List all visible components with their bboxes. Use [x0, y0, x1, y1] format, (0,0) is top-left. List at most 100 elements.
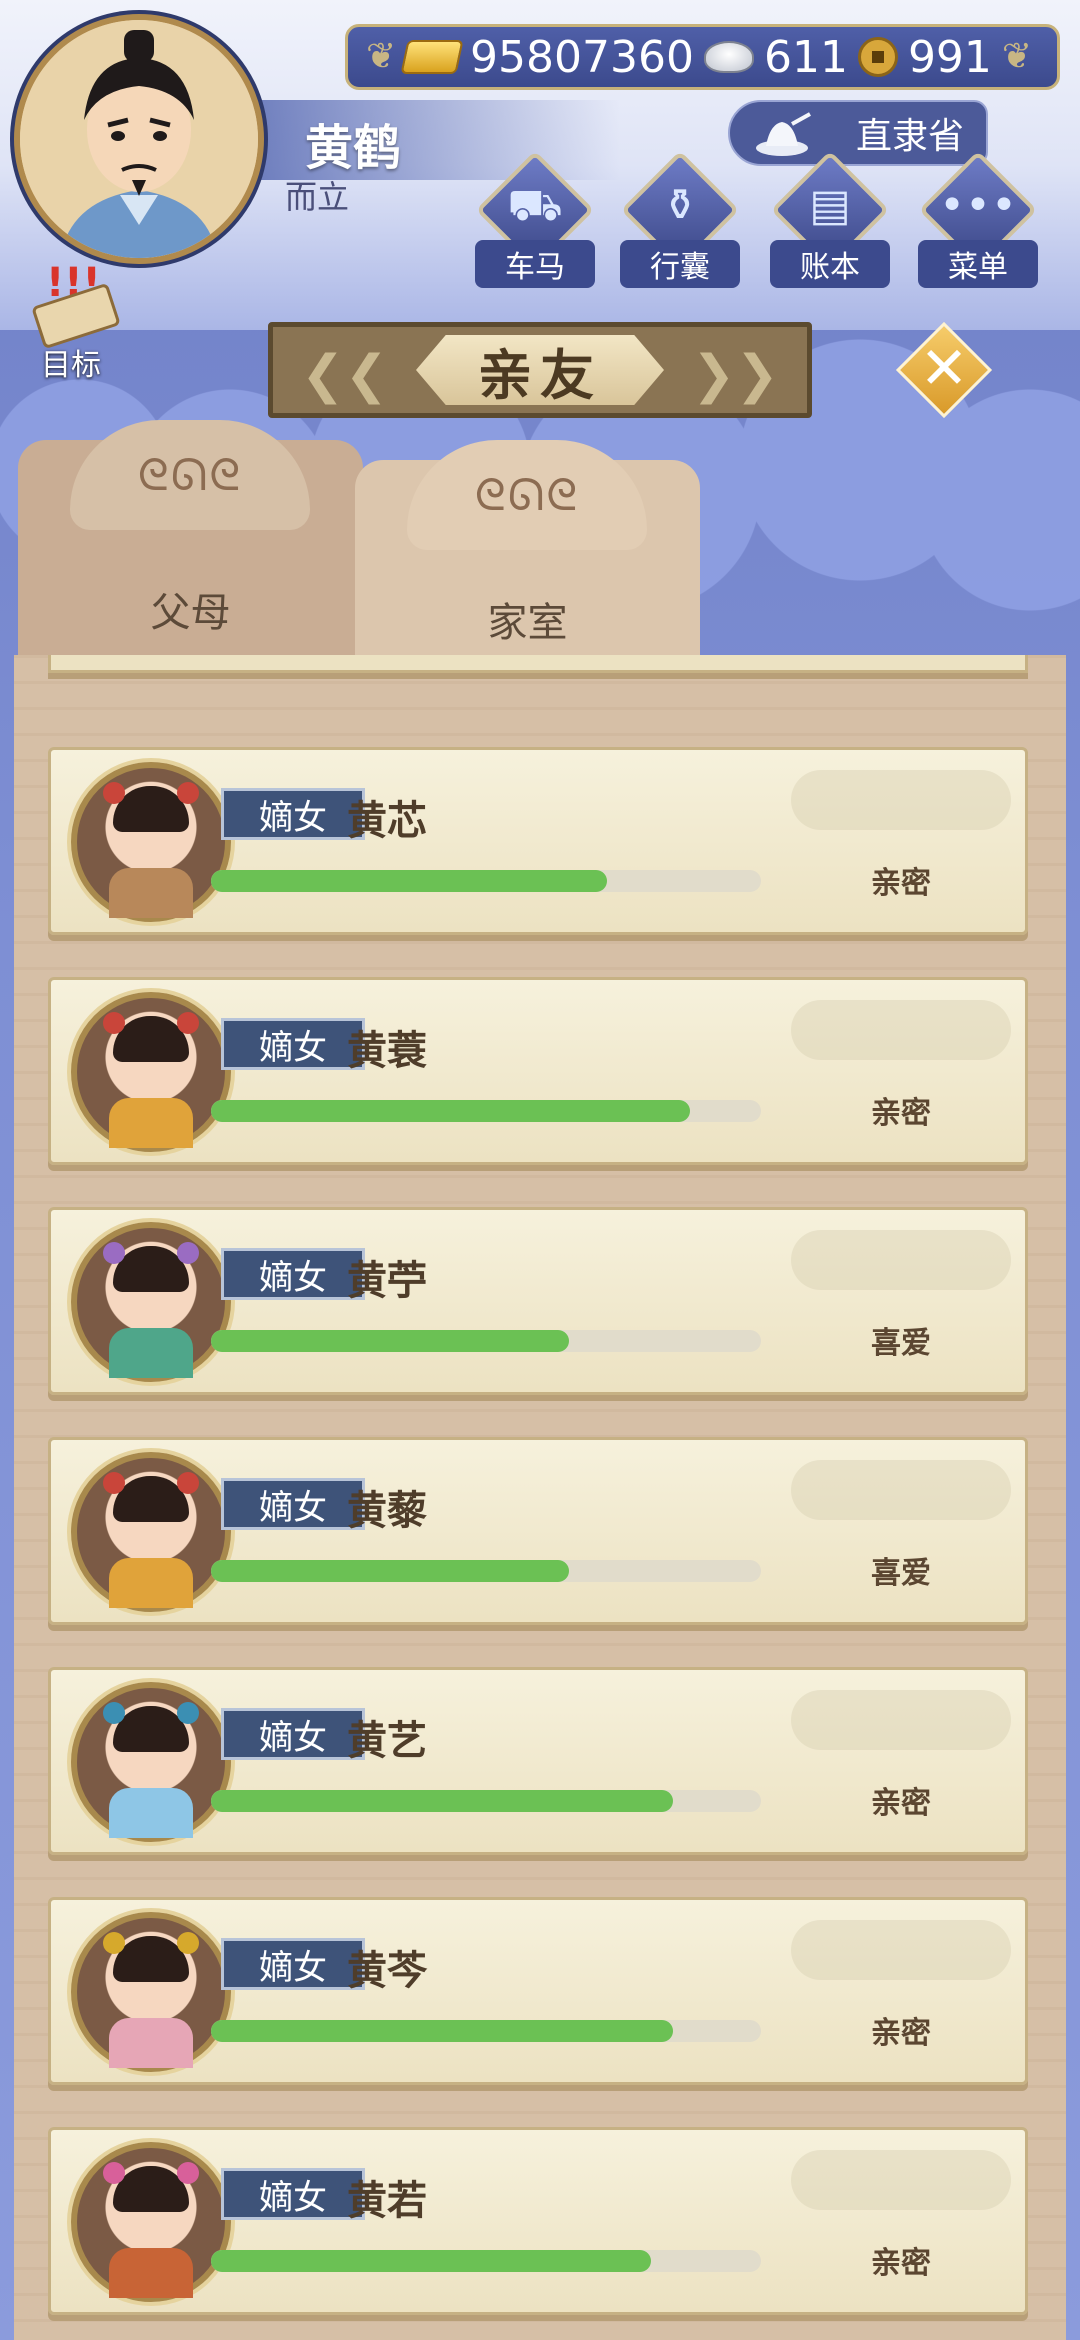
affection-bar: [211, 870, 761, 892]
list-item[interactable]: 嫡女 黄芯 亲密: [48, 747, 1028, 935]
hair-flower-icon: [177, 1472, 199, 1494]
hair-flower-icon: [177, 1242, 199, 1264]
member-name: 黄苧: [347, 1258, 427, 1304]
carriage-icon: ⛟: [507, 180, 563, 231]
role-badge: 嫡女: [221, 1938, 365, 1990]
more-icon: •••: [939, 180, 1017, 231]
list-item-partial: [48, 655, 1028, 673]
copper-coin-icon: [857, 37, 898, 77]
role-badge: 嫡女: [221, 2168, 365, 2220]
close-icon: ✕: [919, 334, 969, 402]
region-button[interactable]: 直隶省: [728, 100, 988, 166]
robe-shape: [109, 1558, 193, 1608]
cloud-decoration: [791, 1460, 1011, 1520]
player-avatar[interactable]: [14, 14, 264, 264]
tab-label: 家室: [487, 600, 568, 646]
cloud-decoration: [791, 1690, 1011, 1750]
affection-bar: [211, 2020, 761, 2042]
cloud-decoration: [791, 2150, 1011, 2210]
relationship-status: 喜爱: [871, 1556, 931, 1591]
affection-bar: [211, 1100, 761, 1122]
hair-flower-icon: [103, 1472, 125, 1494]
member-name: 黄芯: [347, 798, 427, 844]
close-button[interactable]: ✕: [895, 321, 993, 419]
menu-label: 行囊: [620, 240, 740, 288]
menu-ledger-button[interactable]: ▤ 账本: [770, 150, 890, 288]
cloud-decoration: [791, 1920, 1011, 1980]
hair-flower-icon: [103, 782, 125, 804]
goal-button[interactable]: !!! 目标: [16, 260, 126, 383]
title-banner: ❮❮ 亲友 ❯❯: [268, 322, 812, 418]
member-name: 黄艺: [347, 1718, 427, 1764]
cloud-decoration: [791, 1000, 1011, 1060]
relationship-status: 亲密: [871, 1096, 931, 1131]
affection-bar-fill: [211, 2250, 651, 2272]
relationship-status: 亲密: [871, 866, 931, 901]
affection-bar-fill: [211, 1330, 569, 1352]
currency-bar: ❦ 95807360 611 991 ❦: [345, 24, 1060, 90]
relationship-status: 喜爱: [871, 1326, 931, 1361]
player-portrait: [20, 20, 258, 258]
family-list[interactable]: 嫡女 黄芯 亲密 嫡女 黄蓑 亲密 嫡女 黄苧 喜爱 嫡女 黄藜 喜爱 嫡女 黄…: [14, 655, 1066, 2340]
region-label: 直隶省: [855, 116, 964, 157]
swirl-icon: ᘓᘏᘓ: [137, 450, 243, 501]
list-item[interactable]: 嫡女 黄芩 亲密: [48, 1897, 1028, 2085]
robe-shape: [109, 1328, 193, 1378]
robe-shape: [109, 1788, 193, 1838]
affection-bar: [211, 2250, 761, 2272]
robe-shape: [109, 2018, 193, 2068]
member-name: 黄芩: [347, 1948, 427, 1994]
member-name: 黄蓑: [347, 1028, 427, 1074]
official-hat-icon: [756, 112, 811, 156]
role-badge: 嫡女: [221, 1708, 365, 1760]
tab-parents[interactable]: ᘓᘏᘓ 父母: [18, 420, 363, 670]
role-badge: 嫡女: [221, 1478, 365, 1530]
list-item[interactable]: 嫡女 黄蓑 亲密: [48, 977, 1028, 1165]
affection-bar-fill: [211, 1560, 569, 1582]
robe-shape: [109, 2248, 193, 2298]
role-badge: 嫡女: [221, 788, 365, 840]
coin-amount: 991: [907, 31, 992, 83]
hair-flower-icon: [177, 1702, 199, 1724]
hair-flower-icon: [103, 2162, 125, 2184]
relationship-status: 亲密: [871, 2246, 931, 2281]
member-name: 黄若: [347, 2178, 427, 2224]
goal-label: 目标: [41, 348, 101, 383]
hair-flower-icon: [177, 782, 199, 804]
bamboo-left-icon: ❦: [366, 36, 397, 77]
list-item[interactable]: 嫡女 黄苧 喜爱: [48, 1207, 1028, 1395]
hair-flower-icon: [103, 1932, 125, 1954]
silver-amount: 611: [763, 31, 848, 83]
ledger-icon: ▤: [809, 180, 851, 231]
affection-bar: [211, 1330, 761, 1352]
swirl-icon: ᘓᘏᘓ: [474, 470, 580, 521]
avatar[interactable]: [71, 762, 231, 922]
affection-bar: [211, 1790, 761, 1812]
hair-flower-icon: [103, 1242, 125, 1264]
menu-bag-button[interactable]: ⚱ 行囊: [620, 150, 740, 288]
tab-label: 父母: [150, 590, 231, 636]
chevron-right-decor-icon: ❯❯: [691, 345, 779, 405]
avatar[interactable]: [71, 1912, 231, 2072]
avatar[interactable]: [71, 1452, 231, 1612]
avatar[interactable]: [71, 992, 231, 1152]
role-badge: 嫡女: [221, 1248, 365, 1300]
affection-bar-fill: [211, 1100, 690, 1122]
gold-ingot-icon: [400, 40, 464, 74]
role-badge: 嫡女: [221, 1018, 365, 1070]
bag-icon: ⚱: [661, 180, 699, 231]
menu-label: 车马: [475, 240, 595, 288]
hair-flower-icon: [177, 2162, 199, 2184]
avatar[interactable]: [71, 1222, 231, 1382]
list-item[interactable]: 嫡女 黄若 亲密: [48, 2127, 1028, 2315]
list-item[interactable]: 嫡女 黄藜 喜爱: [48, 1437, 1028, 1625]
robe-shape: [109, 868, 193, 918]
menu-more-button[interactable]: ••• 菜单: [918, 150, 1038, 288]
cloud-decoration: [791, 1230, 1011, 1290]
list-item[interactable]: 嫡女 黄艺 亲密: [48, 1667, 1028, 1855]
silver-ingot-icon: [703, 41, 754, 73]
avatar[interactable]: [71, 2142, 231, 2302]
menu-carriage-button[interactable]: ⛟ 车马: [475, 150, 595, 288]
avatar[interactable]: [71, 1682, 231, 1842]
hair-flower-icon: [103, 1702, 125, 1724]
